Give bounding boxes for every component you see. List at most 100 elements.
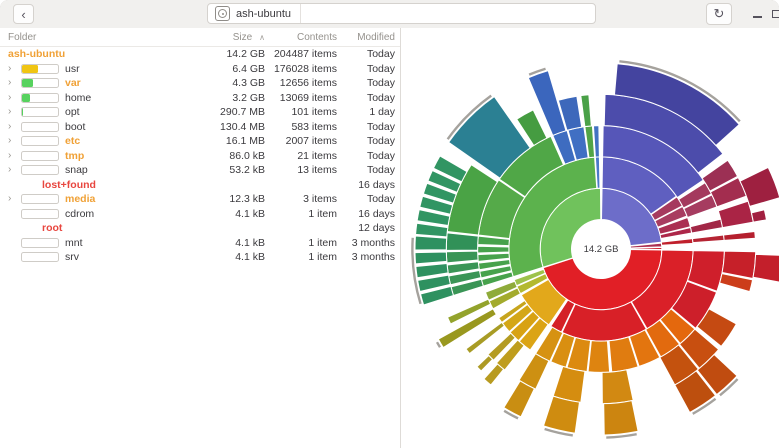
- folder-name: home: [65, 92, 91, 104]
- ring-slice[interactable]: [477, 355, 493, 370]
- table-row-var[interactable]: ›var4.3 GB12656 itemsToday: [0, 76, 400, 91]
- table-row-tmp[interactable]: ›tmp86.0 kB21 itemsToday: [0, 149, 400, 164]
- folder-name-cell: › home: [8, 92, 169, 104]
- cell-size: 130.4 MB: [169, 121, 265, 133]
- ring-slice[interactable]: [581, 95, 592, 127]
- ring-slice[interactable]: [416, 223, 448, 237]
- cell-contents: 1 item: [265, 251, 337, 263]
- cell-size: 4.1 kB: [169, 251, 265, 263]
- folder-name: media: [65, 193, 95, 205]
- ring-slice[interactable]: [753, 254, 779, 283]
- expander-icon[interactable]: ›: [8, 78, 21, 88]
- minimize-button[interactable]: [748, 0, 766, 28]
- cell-modified: Today: [337, 135, 395, 147]
- table-row-opt[interactable]: ›opt290.7 MB101 items1 day: [0, 105, 400, 120]
- expander-icon[interactable]: ›: [8, 136, 21, 146]
- ring-slice[interactable]: [415, 236, 447, 250]
- expander-icon[interactable]: ›: [8, 122, 21, 132]
- cell-modified: 16 days: [337, 179, 395, 191]
- folder-tree-pane: Folder Size∧ Contents Modified ash-ubunt…: [0, 28, 401, 448]
- cell-size: 16.1 MB: [169, 135, 265, 147]
- ring-slice[interactable]: [478, 246, 509, 253]
- back-icon: ‹: [21, 7, 25, 22]
- folder-rows: ash-ubuntu14.2 GB204487 itemsToday›usr6.…: [0, 47, 400, 265]
- refresh-icon: ↻: [714, 6, 725, 22]
- table-row-srv[interactable]: srv4.1 kB1 item3 months: [0, 250, 400, 265]
- ring-slice[interactable]: [446, 251, 478, 263]
- ring-slice[interactable]: [604, 401, 638, 435]
- expander-icon[interactable]: ›: [8, 93, 21, 103]
- maximize-icon: [772, 10, 779, 18]
- usage-bar: [21, 238, 59, 248]
- table-row-boot[interactable]: ›boot130.4 MB583 itemsToday: [0, 120, 400, 135]
- cell-size: 290.7 MB: [169, 106, 265, 118]
- table-row-snap[interactable]: ›snap53.2 kB13 itemsToday: [0, 163, 400, 178]
- ring-slice[interactable]: [690, 219, 722, 233]
- column-header-size[interactable]: Size∧: [169, 32, 265, 43]
- folder-name-cell: lost+found: [8, 179, 169, 191]
- ring-slice[interactable]: [693, 235, 725, 243]
- back-button[interactable]: ‹: [13, 4, 34, 24]
- table-row-cdrom[interactable]: cdrom4.1 kB1 item16 days: [0, 207, 400, 222]
- ring-slice[interactable]: [718, 201, 753, 227]
- usage-bar: [21, 252, 59, 262]
- expander-icon[interactable]: ›: [8, 107, 21, 117]
- ring-slice[interactable]: [751, 210, 766, 222]
- location-tab-bar[interactable]: ash-ubuntu: [207, 3, 596, 24]
- usage-bar: [21, 93, 59, 103]
- cell-modified: Today: [337, 121, 395, 133]
- ring-slice[interactable]: [446, 233, 478, 251]
- folder-name-cell: ›boot: [8, 121, 169, 133]
- cell-modified: 1 day: [337, 106, 395, 118]
- ring-slice[interactable]: [740, 167, 779, 206]
- column-header-folder[interactable]: Folder: [8, 32, 169, 43]
- expander-icon[interactable]: ›: [8, 64, 21, 74]
- cell-modified: Today: [337, 150, 395, 162]
- folder-name-cell: ›var: [8, 77, 169, 89]
- table-row-media[interactable]: ›media12.3 kB3 itemsToday: [0, 192, 400, 207]
- folder-name-cell: ›etc: [8, 135, 169, 147]
- table-row-root[interactable]: root12 days: [0, 221, 400, 236]
- column-header-modified[interactable]: Modified: [337, 32, 395, 43]
- ring-slice[interactable]: [553, 366, 585, 402]
- folder-name: root: [42, 222, 62, 234]
- expander-icon[interactable]: ›: [8, 151, 21, 161]
- folder-name: srv: [65, 251, 79, 263]
- cell-modified: Today: [337, 193, 395, 205]
- disk-icon: [215, 6, 230, 21]
- expander-icon[interactable]: ›: [8, 165, 21, 175]
- maximize-button[interactable]: [767, 0, 779, 28]
- ring-slice[interactable]: [415, 252, 447, 264]
- usage-bar: [21, 136, 59, 146]
- cell-size: 4.1 kB: [169, 208, 265, 220]
- minimize-icon: [753, 16, 762, 18]
- table-row-usr[interactable]: ›usr6.4 GB176028 itemsToday: [0, 62, 400, 77]
- ring-slice[interactable]: [588, 341, 610, 373]
- folder-name: ash-ubuntu: [8, 48, 65, 60]
- ring-slice[interactable]: [661, 239, 693, 246]
- cell-contents: 13 items: [265, 164, 337, 176]
- tab-ash-ubuntu[interactable]: ash-ubuntu: [208, 4, 301, 23]
- ring-slice[interactable]: [724, 231, 756, 240]
- expander-icon[interactable]: ›: [8, 194, 21, 204]
- usage-bar: [21, 194, 59, 204]
- cell-contents: 3 items: [265, 193, 337, 205]
- folder-name-cell: mnt: [8, 237, 169, 249]
- cell-modified: Today: [337, 164, 395, 176]
- app-window: ‹ ash-ubuntu ↻ Folder Size∧ Contents Mod…: [0, 0, 779, 448]
- usage-bar: [21, 122, 59, 132]
- refresh-button[interactable]: ↻: [706, 3, 732, 25]
- table-row-etc[interactable]: ›etc16.1 MB2007 itemsToday: [0, 134, 400, 149]
- table-row-home[interactable]: ›home3.2 GB13069 itemsToday: [0, 91, 400, 106]
- column-header-contents[interactable]: Contents: [265, 32, 337, 43]
- table-row-lost+found[interactable]: lost+found 16 days: [0, 178, 400, 193]
- ring-slice[interactable]: [602, 370, 633, 404]
- table-row-ash-ubuntu[interactable]: ash-ubuntu14.2 GB204487 itemsToday: [0, 47, 400, 62]
- rings-chart-pane: 14.2 GB: [401, 28, 779, 448]
- ring-slice[interactable]: [504, 381, 535, 417]
- folder-name: lost+found: [42, 179, 96, 191]
- usage-bar: [21, 151, 59, 161]
- ring-slice[interactable]: [484, 364, 504, 385]
- table-row-mnt[interactable]: mnt4.1 kB1 item3 months: [0, 236, 400, 251]
- ring-slice[interactable]: [544, 396, 580, 433]
